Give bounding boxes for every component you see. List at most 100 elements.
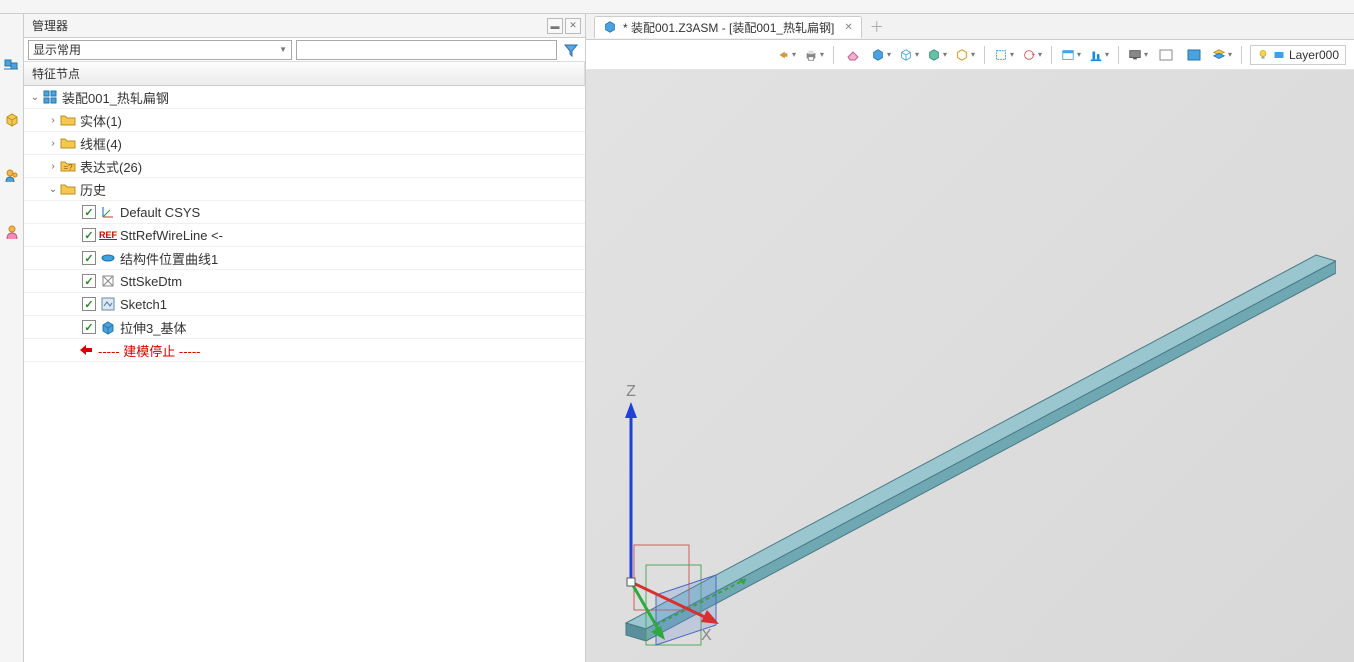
sidebar-assembly-icon[interactable] [2,54,22,74]
visibility-checkbox[interactable] [82,274,96,288]
tree-stop-row[interactable]: ----- 建模停止 ----- [24,339,585,362]
tree-entity-row[interactable]: › 实体(1) [24,109,585,132]
filter-combo-value: 显示常用 [33,41,81,58]
layers-icon[interactable]: ▾ [1211,44,1233,66]
monitor-icon[interactable]: ▾ [1127,44,1149,66]
filter-row: 显示常用 ▼ [24,38,585,62]
layer-color-icon [1273,49,1285,61]
tree-column-header-label: 特征节点 [32,65,80,82]
eraser-icon[interactable] [842,44,864,66]
tree-root-label: 装配001_热轧扁钢 [62,88,169,107]
datum-icon [100,273,116,289]
sidebar-user-icon[interactable] [2,222,22,242]
add-tab-button[interactable]: ＋ [870,17,884,37]
undo-icon[interactable]: ▾ [775,44,797,66]
close-icon[interactable]: ✕ [844,22,852,33]
shaded-cube-icon[interactable]: ▾ [870,44,892,66]
tree-history-item[interactable]: 拉伸3_基体 [24,316,585,339]
align-icon[interactable]: ▾ [1088,44,1110,66]
folder-entity-icon [60,112,76,128]
toolbar-separator [984,46,985,64]
tree-history-item[interactable]: 结构件位置曲线1 [24,247,585,270]
tree-expr-row[interactable]: › =? 表达式(26) [24,155,585,178]
tree-column-header[interactable]: 特征节点 [24,62,585,86]
tree-history-item[interactable]: SttSkeDtm [24,270,585,293]
layer-selector[interactable]: Layer000 [1250,45,1346,65]
dropdown-arrow-icon: ▼ [279,45,287,54]
ellipse-icon [100,250,116,266]
stop-arrow-icon [78,342,94,358]
extrude-icon [100,319,116,335]
gold-wire-icon[interactable]: ▾ [954,44,976,66]
toolbar-separator [833,46,834,64]
layer-label: Layer000 [1289,48,1339,62]
history-item-label: Sketch1 [120,297,167,312]
tree-history-item[interactable]: Default CSYS [24,201,585,224]
tree-history-label: 历史 [80,180,106,199]
tree-expr-label: 表达式(26) [80,157,142,176]
window-icon[interactable]: ▾ [1060,44,1082,66]
wireframe-cube-icon[interactable]: ▾ [898,44,920,66]
history-item-label: SttSkeDtm [120,274,182,289]
left-icon-sidebar [0,14,24,662]
svg-text:Z: Z [626,383,636,400]
feature-tree-panel: 管理器 ▬ ✕ 显示常用 ▼ 特征节点 ⌄ [24,14,586,662]
top-toolbar-fragment [0,0,1354,14]
svg-text:=?: =? [63,163,73,172]
stop-label: ----- 建模停止 ----- [98,341,201,360]
expander-icon[interactable]: › [46,159,60,173]
visibility-checkbox[interactable] [82,205,96,219]
tree-entity-label: 实体(1) [80,111,122,130]
bulb-icon [1257,49,1269,61]
rotate-icon[interactable]: ▾ [1021,44,1043,66]
coordinate-triad: Z X [601,382,721,642]
blue-rect-icon[interactable] [1183,44,1205,66]
filter-input[interactable] [296,40,557,60]
folder-history-icon [60,181,76,197]
blank-rect-icon[interactable] [1155,44,1177,66]
toolbar-separator [1241,46,1242,64]
expander-icon[interactable]: › [46,136,60,150]
visibility-checkbox[interactable] [82,251,96,265]
visibility-checkbox[interactable] [82,320,96,334]
filter-combo[interactable]: 显示常用 ▼ [28,40,292,60]
visibility-checkbox[interactable] [82,297,96,311]
sketch-icon [100,296,116,312]
expander-icon[interactable]: ⌄ [28,90,42,104]
tree-history-item[interactable]: Sketch1 [24,293,585,316]
expander-icon[interactable]: › [46,113,60,127]
expander-icon[interactable]: ⌄ [46,182,60,196]
svg-text:X: X [701,627,712,642]
folder-expr-icon: =? [60,158,76,174]
viewport-wrap: * 装配001.Z3ASM - [装配001_热轧扁钢] ✕ ＋ ▾ ▾ ▾ ▾… [586,14,1354,662]
panel-header: 管理器 ▬ ✕ [24,14,585,38]
section-icon[interactable]: ▾ [993,44,1015,66]
history-item-label: SttRefWireLine <- [120,228,223,243]
panel-close-button[interactable]: ✕ [565,18,581,34]
filter-funnel-icon[interactable] [561,40,581,60]
main-area: 管理器 ▬ ✕ 显示常用 ▼ 特征节点 ⌄ [0,14,1354,662]
history-item-label: 结构件位置曲线1 [120,249,218,268]
3d-model [596,245,1336,655]
hidden-cube-icon[interactable]: ▾ [926,44,948,66]
3d-viewport[interactable]: Z X [586,70,1354,662]
history-item-label: Default CSYS [120,205,200,220]
assembly-root-icon [42,89,58,105]
sidebar-model-icon[interactable] [2,110,22,130]
history-item-label: 拉伸3_基体 [120,318,186,337]
document-tab-title: * 装配001.Z3ASM - [装配001_热轧扁钢] [623,19,834,36]
tree-history-row[interactable]: ⌄ 历史 [24,178,585,201]
visibility-checkbox[interactable] [82,228,96,242]
document-tab[interactable]: * 装配001.Z3ASM - [装配001_热轧扁钢] ✕ [594,16,862,38]
document-tab-bar: * 装配001.Z3ASM - [装配001_热轧扁钢] ✕ ＋ [586,14,1354,40]
ref-icon: REF [100,227,116,243]
panel-title: 管理器 [32,17,68,34]
toolbar-separator [1118,46,1119,64]
csys-icon [100,204,116,220]
panel-minimize-button[interactable]: ▬ [547,18,563,34]
tree-wire-row[interactable]: › 线框(4) [24,132,585,155]
print-icon[interactable]: ▾ [803,44,825,66]
sidebar-users-icon[interactable] [2,166,22,186]
tree-root-row[interactable]: ⌄ 装配001_热轧扁钢 [24,86,585,109]
tree-history-item[interactable]: REF SttRefWireLine <- [24,224,585,247]
